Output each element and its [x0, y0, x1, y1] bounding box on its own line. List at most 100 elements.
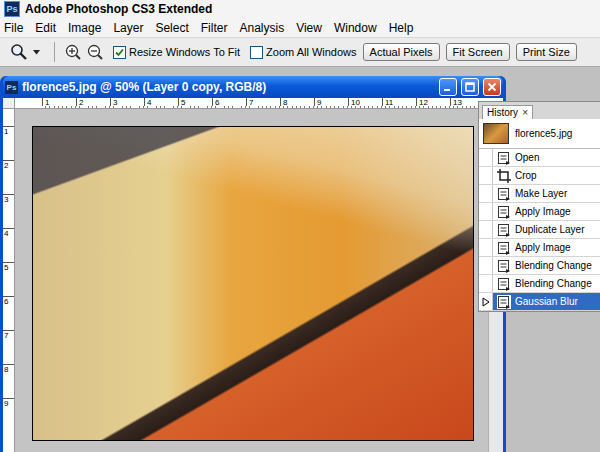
tab-close-button[interactable]: ×	[522, 107, 528, 118]
ruler-label: 6	[3, 296, 14, 330]
app-title-bar: PsAdobe Photoshop CS3 Extended	[0, 0, 600, 18]
option-button[interactable]: Print Size	[516, 43, 577, 61]
menu-bar: File Edit Image Layer Select Filter Analysis Vi…	[0, 18, 600, 38]
ruler-label: 12	[416, 98, 450, 106]
ruler-label: 9	[314, 98, 348, 106]
options-bar: Resize Windows To Fit Zoom All Windows Act…	[0, 38, 600, 67]
document-title-bar[interactable]: Psflorence5.jpg @ 50% (Layer 0 copy, RGB…	[3, 76, 503, 98]
history-step-icon	[497, 277, 511, 291]
history-item[interactable]: Make Layer	[479, 185, 600, 203]
ruler-label: 11	[382, 98, 416, 106]
workspace: Psflorence5.jpg @ 50% (Layer 0 copy, RGB…	[0, 67, 600, 452]
menu-item[interactable]: Layer	[113, 21, 143, 35]
history-step-icon	[497, 259, 511, 273]
checkbox-box[interactable]	[250, 46, 263, 59]
option-button[interactable]: Fit Screen	[446, 43, 510, 61]
history-item[interactable]: Blending Change	[479, 257, 600, 275]
history-state-arrow-icon	[482, 297, 490, 307]
history-source-cell[interactable]	[479, 239, 493, 256]
option-button[interactable]: Actual Pixels	[363, 43, 440, 61]
menu-item[interactable]: Window	[334, 21, 377, 35]
history-source-cell[interactable]	[479, 257, 493, 274]
ruler-label: 10	[348, 98, 382, 106]
photoshop-app: PsAdobe Photoshop CS3 Extended File Edit Im…	[0, 0, 600, 452]
history-step-icon	[497, 295, 511, 309]
history-item[interactable]: Apply Image	[479, 203, 600, 221]
menu-item[interactable]: Select	[155, 21, 188, 35]
ruler-label: 9	[3, 398, 14, 432]
canvas-area	[15, 109, 488, 452]
history-source-cell[interactable]	[479, 203, 493, 220]
ruler-label: 2	[3, 160, 14, 194]
history-source-cell[interactable]	[479, 293, 493, 310]
history-item[interactable]: Crop	[479, 167, 600, 185]
ruler-label: 1	[42, 98, 76, 106]
ruler-label: 6	[212, 98, 246, 106]
history-panel: History ×florence5.jpg Open Crop Make Layer…	[478, 101, 600, 312]
history-item-label: Make Layer	[515, 188, 567, 199]
ruler-label: 8	[280, 98, 314, 106]
menu-item[interactable]: Filter	[201, 21, 228, 35]
history-item-label: Apply Image	[515, 206, 571, 217]
ruler-label: 4	[3, 228, 14, 262]
document-title: florence5.jpg @ 50% (Layer 0 copy, RGB/8…	[22, 80, 435, 94]
menu-item[interactable]: File	[4, 21, 23, 35]
checkbox-box[interactable]	[113, 46, 126, 59]
menu-item[interactable]: Image	[68, 21, 101, 35]
ruler-corner	[3, 98, 15, 109]
checkmark-icon	[115, 48, 124, 57]
separator	[54, 42, 55, 62]
ruler-label: 5	[178, 98, 212, 106]
crop-icon	[497, 169, 511, 183]
history-item[interactable]: Apply Image	[479, 239, 600, 257]
close-button[interactable]	[483, 78, 501, 96]
snapshot-thumbnail	[483, 123, 509, 144]
history-source-cell[interactable]	[479, 167, 493, 184]
menu-item[interactable]: View	[296, 21, 322, 35]
history-item-label: Open	[515, 152, 539, 163]
photoshop-logo-icon: Ps	[4, 1, 20, 17]
history-step-icon	[497, 205, 511, 219]
history-tab[interactable]: History ×	[482, 105, 533, 119]
ruler-label: 7	[3, 330, 14, 364]
zoom-tool-icon	[10, 43, 28, 61]
history-item-label: Apply Image	[515, 242, 571, 253]
photo[interactable]	[32, 126, 474, 441]
history-source-cell[interactable]	[479, 221, 493, 238]
ruler-label: 2	[76, 98, 110, 106]
ruler-label: 8	[3, 364, 14, 398]
history-step-icon	[497, 151, 511, 165]
history-step-icon	[497, 187, 511, 201]
menu-item[interactable]: Analysis	[239, 21, 284, 35]
menu-item[interactable]: Help	[389, 21, 414, 35]
minimize-button[interactable]	[439, 78, 457, 96]
left-ruler: 123456789	[3, 109, 15, 452]
history-item[interactable]: Blending Change	[479, 275, 600, 293]
zoom-out-icon[interactable]	[87, 44, 103, 60]
menu-item[interactable]: Edit	[35, 21, 56, 35]
maximize-button[interactable]	[461, 78, 479, 96]
history-source-cell[interactable]	[479, 185, 493, 202]
history-item-label: Blending Change	[515, 278, 592, 289]
panel-tab-bar: History ×	[479, 102, 600, 119]
history-step-icon	[497, 241, 511, 255]
maximize-icon	[465, 82, 475, 92]
history-snapshot[interactable]: florence5.jpg	[479, 119, 600, 149]
tool-preset-picker[interactable]	[6, 43, 44, 61]
document-window: Psflorence5.jpg @ 50% (Layer 0 copy, RGB…	[0, 76, 506, 452]
history-source-cell[interactable]	[479, 275, 493, 292]
history-item[interactable]: Gaussian Blur	[479, 293, 600, 311]
history-item[interactable]: Open	[479, 149, 600, 167]
option-checkbox[interactable]: Resize Windows To Fit	[113, 46, 240, 59]
top-ruler-row: 12345678910111213	[3, 98, 503, 109]
history-item-label: Gaussian Blur	[515, 296, 578, 307]
option-checkbox[interactable]: Zoom All Windows	[250, 46, 356, 59]
ruler-label: 3	[3, 194, 14, 228]
document-body: 123456789	[3, 109, 503, 452]
history-source-cell[interactable]	[479, 149, 493, 166]
zoom-in-icon[interactable]	[65, 44, 81, 60]
history-item-label: Blending Change	[515, 260, 592, 271]
history-item[interactable]: Duplicate Layer	[479, 221, 600, 239]
ruler-label: 3	[110, 98, 144, 106]
checkbox-label: Zoom All Windows	[266, 46, 356, 58]
